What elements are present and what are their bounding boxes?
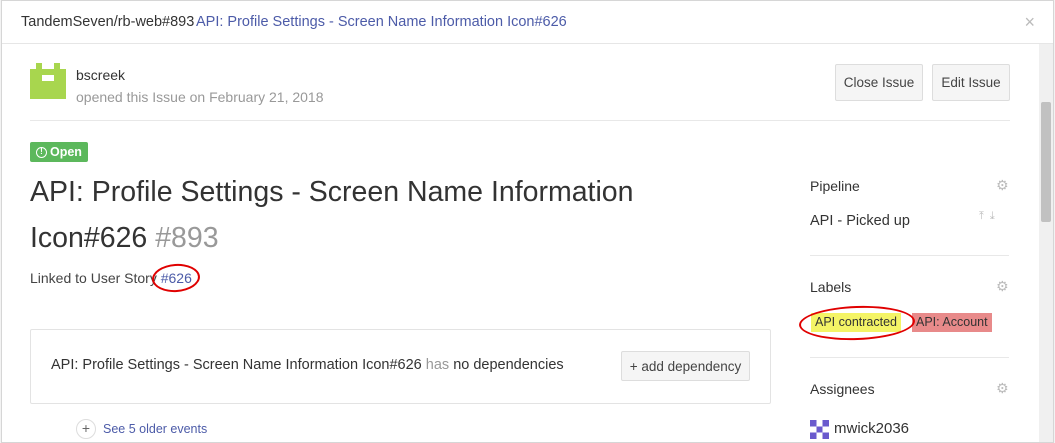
issue-title-text: API: Profile Settings - Screen Name Info… — [30, 176, 634, 254]
close-icon[interactable]: × — [1024, 12, 1035, 33]
assignee-avatar — [810, 420, 829, 439]
gear-icon[interactable]: ⚙ — [996, 278, 1009, 295]
issue-title-link[interactable]: API: Profile Settings - Screen Name Info… — [196, 14, 567, 30]
dependency-has: has — [425, 357, 450, 373]
status-label: Open — [50, 145, 82, 159]
dependencies-text: API: Profile Settings - Screen Name Info… — [51, 357, 564, 373]
linked-prefix: Linked to User Story — [30, 270, 161, 286]
expand-icon[interactable]: + — [76, 419, 96, 439]
header-divider — [30, 120, 1010, 121]
edit-issue-button[interactable]: Edit Issue — [932, 64, 1010, 101]
story-link[interactable]: #626 — [161, 270, 192, 286]
opened-date: opened this Issue on February 21, 2018 — [76, 89, 324, 105]
pipeline-heading: Pipeline — [810, 178, 860, 194]
gear-icon[interactable]: ⚙ — [996, 380, 1009, 397]
move-top-bottom-icon[interactable]: ⤒⤓ — [979, 210, 1001, 223]
issue-opened-icon: ! — [36, 146, 47, 158]
page-title: API: Profile Settings - Screen Name Info… — [30, 169, 720, 261]
issue-modal: TandemSeven/rb-web#893 API: Profile Sett… — [1, 0, 1054, 443]
add-dependency-button[interactable]: + add dependency — [621, 351, 750, 381]
labels-heading: Labels — [810, 279, 852, 295]
linked-story: Linked to User Story #626 — [30, 270, 192, 286]
avatar — [30, 63, 66, 99]
assignee-name[interactable]: mwick2036 — [834, 420, 909, 437]
pipeline-value[interactable]: API - Picked up — [810, 213, 910, 229]
sidebar-divider — [810, 357, 1009, 358]
scrollbar-thumb[interactable] — [1041, 102, 1051, 222]
sidebar-divider — [810, 255, 1009, 256]
modal-header: TandemSeven/rb-web#893 API: Profile Sett… — [2, 1, 1053, 44]
repo-issue-ref: TandemSeven/rb-web#893 — [21, 14, 195, 30]
scrollbar[interactable] — [1039, 44, 1053, 442]
older-events-link[interactable]: See 5 older events — [103, 422, 207, 436]
dependency-status: no dependencies — [453, 357, 564, 373]
label-api-account[interactable]: API: Account — [912, 313, 992, 332]
issue-number: #893 — [155, 222, 219, 254]
gear-icon[interactable]: ⚙ — [996, 177, 1009, 194]
dependencies-panel: API: Profile Settings - Screen Name Info… — [30, 329, 771, 404]
label-api-contracted[interactable]: API contracted — [811, 313, 901, 332]
dependency-issue-name: API: Profile Settings - Screen Name Info… — [51, 357, 422, 373]
assignees-heading: Assignees — [810, 381, 875, 397]
close-issue-button[interactable]: Close Issue — [835, 64, 923, 101]
status-badge: ! Open — [30, 142, 88, 162]
author-name[interactable]: bscreek — [76, 67, 125, 83]
